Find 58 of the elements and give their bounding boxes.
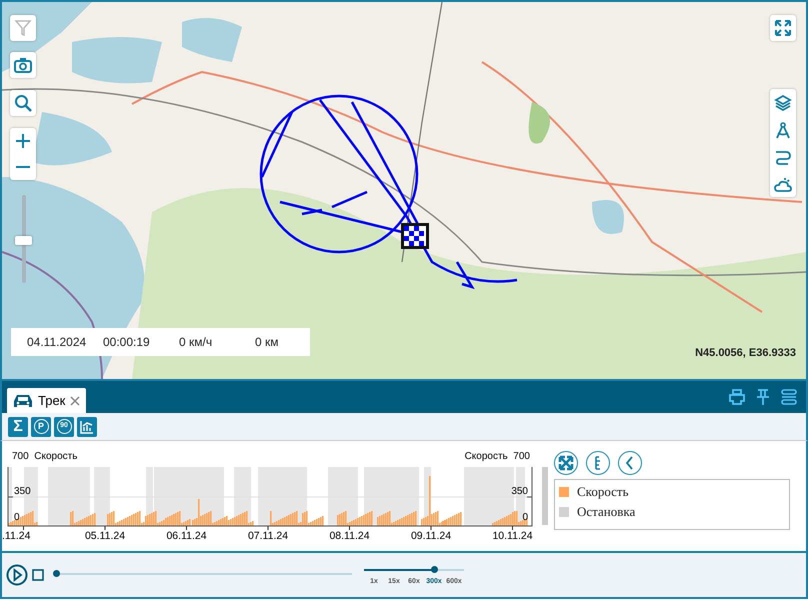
axis-title: Скорость 700 [464,451,530,462]
stop-icon [32,568,44,581]
layers-button[interactable] [774,92,792,112]
play-icon [6,564,28,586]
menu-icon[interactable] [780,388,798,406]
chart-button[interactable] [77,416,97,436]
date-tick-label: 07.11.24 [248,530,288,542]
fit-button[interactable] [554,451,578,475]
distance-text: 0 км [255,334,280,351]
tab[interactable]: Трек [7,388,86,413]
date-tick-label: .11.24 [2,530,30,542]
minus-icon [16,166,30,168]
date-tick-label: 08.11.24 [329,530,370,542]
expand-arrows-icon [556,453,576,473]
parking-button[interactable]: P [31,416,51,436]
speed-slider-fill [364,568,434,571]
speed-slider-thumb[interactable] [431,566,438,573]
axis-tick-label: 0 [522,512,528,523]
time-text: 00:00:19 [103,334,151,351]
collapse-button[interactable] [618,451,642,475]
coordinates-text: N45.0056, E36.9333 [695,346,796,361]
print-icon[interactable] [728,388,746,406]
tab-label: Трек [38,392,66,410]
finish-flag-icon [401,223,429,249]
date-text: 04.11.2024 [27,334,88,351]
scale-button[interactable] [586,451,610,475]
legend-label: Скорость [577,483,629,502]
layers-icon [774,94,792,112]
pin-icon[interactable] [754,388,772,406]
date-tick-label: 05.11.24 [84,530,126,542]
compass-icon [774,120,792,138]
camera-icon [14,57,32,73]
close-icon[interactable] [70,396,80,406]
search-button[interactable] [10,90,36,116]
fullscreen-button[interactable] [770,15,796,41]
plus-icon [16,134,30,148]
legend-label: Остановка [577,503,636,522]
axis-title: 700 Скорость [12,451,78,462]
ruler-icon [595,456,601,470]
axis-tick-label: 350 [14,486,31,497]
expand-icon [774,19,792,37]
sum-button[interactable]: Σ [8,416,28,436]
car-icon [13,394,33,408]
filter-icon [14,19,32,37]
date-tick-label: 09.11.24 [410,530,452,542]
stop-button[interactable] [32,566,44,584]
scrollbar[interactable] [542,467,548,525]
zoom-slider-thumb[interactable] [15,236,32,246]
progress-thumb[interactable] [53,570,60,577]
measure-button[interactable] [774,120,792,140]
bar-chart-icon [80,420,94,434]
date-tick-label: 06.11.24 [166,530,207,542]
date-tick-label: 10.11.24 [492,530,533,542]
play-button[interactable] [6,564,28,586]
speed-text: 0 км/ч [179,334,214,351]
axis-tick-label: 350 [511,486,528,497]
camera-button[interactable] [10,52,36,78]
search-icon [14,94,32,112]
